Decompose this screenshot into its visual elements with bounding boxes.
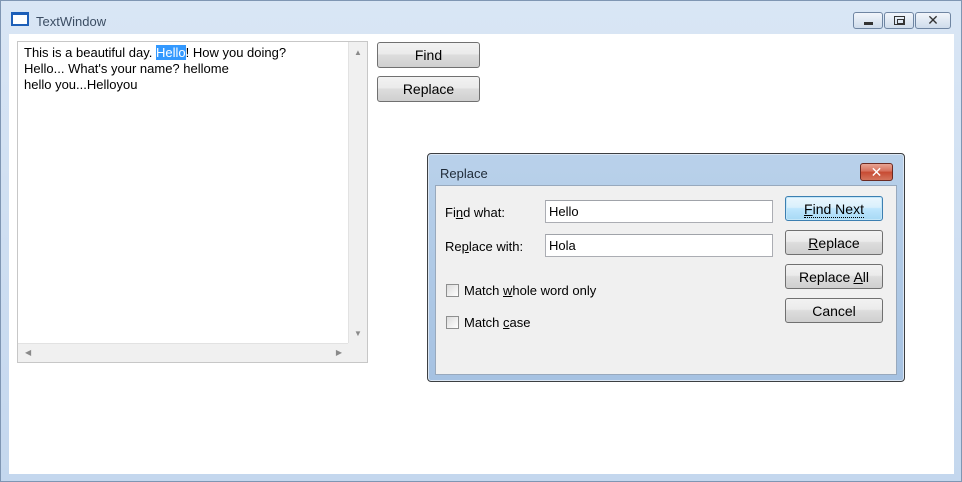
restore-icon bbox=[894, 16, 905, 25]
label-text: Replace bbox=[798, 268, 854, 285]
dialog-replace-label: Replace bbox=[808, 235, 859, 251]
minimize-button[interactable] bbox=[853, 12, 883, 29]
label-text: ase bbox=[509, 315, 531, 330]
window-title: TextWindow bbox=[36, 14, 107, 29]
access-key: F bbox=[804, 200, 813, 217]
replace-button[interactable]: Replace bbox=[377, 76, 480, 102]
find-next-button[interactable]: Find Next bbox=[785, 196, 883, 221]
cancel-label: Cancel bbox=[812, 302, 856, 319]
close-icon: ✕ bbox=[870, 164, 883, 180]
editor-line-3: hello you...Helloyou bbox=[24, 77, 138, 92]
find-what-label: Find what: bbox=[445, 205, 505, 220]
replace-all-button[interactable]: Replace All bbox=[785, 264, 883, 289]
editor-text-segment: This is a beautiful day. bbox=[24, 45, 156, 60]
access-key: A bbox=[853, 268, 863, 285]
scroll-up-icon[interactable]: ▲ bbox=[354, 49, 362, 57]
label-text: ind Next bbox=[812, 200, 864, 217]
find-button[interactable]: Find bbox=[377, 42, 480, 68]
label-text: Match bbox=[464, 315, 504, 330]
dialog-title: Replace bbox=[440, 166, 488, 181]
access-key: w bbox=[503, 283, 513, 298]
titlebar[interactable]: TextWindow ✕ bbox=[1, 1, 961, 34]
label-text: d what: bbox=[463, 205, 505, 220]
horizontal-scrollbar[interactable]: ◀ ▶ bbox=[18, 343, 348, 362]
scroll-down-icon[interactable]: ▼ bbox=[354, 330, 362, 338]
label-text: hole word only bbox=[512, 283, 597, 298]
find-button-label: Find bbox=[414, 47, 443, 63]
selected-text: Hello bbox=[156, 45, 186, 60]
match-case-checkbox[interactable] bbox=[446, 316, 459, 329]
caption-buttons: ✕ bbox=[852, 12, 951, 30]
replace-with-label: Replace with: bbox=[445, 239, 523, 254]
label-text: eplace bbox=[818, 234, 860, 251]
scroll-left-icon[interactable]: ◀ bbox=[25, 349, 31, 357]
editor-line-1: This is a beautiful day. Hello! How you … bbox=[24, 45, 344, 61]
match-case-label: Match case bbox=[464, 315, 530, 330]
text-editor[interactable]: This is a beautiful day. Hello! How you … bbox=[17, 41, 368, 363]
window-icon bbox=[11, 12, 29, 26]
dialog-close-button[interactable]: ✕ bbox=[860, 163, 893, 181]
find-what-input[interactable] bbox=[545, 200, 773, 223]
editor-content[interactable]: This is a beautiful day. Hello! How you … bbox=[24, 45, 344, 93]
replace-all-label: Replace All bbox=[799, 269, 869, 285]
access-key: n bbox=[455, 205, 464, 220]
label-text: Fi bbox=[445, 205, 456, 220]
editor-line-2: Hello... What's your name? hellome bbox=[24, 61, 229, 76]
label-text: Match bbox=[464, 283, 504, 298]
dialog-replace-button[interactable]: Replace bbox=[785, 230, 883, 255]
match-whole-word-label: Match whole word only bbox=[464, 283, 596, 298]
scrollbar-corner bbox=[348, 343, 367, 362]
minimize-icon bbox=[864, 22, 873, 25]
cancel-button[interactable]: Cancel bbox=[785, 298, 883, 323]
access-key: R bbox=[808, 234, 819, 251]
find-next-label: Find Next bbox=[804, 200, 864, 218]
match-case-option[interactable]: Match case bbox=[446, 315, 530, 330]
access-key: p bbox=[461, 239, 469, 254]
replace-button-label: Replace bbox=[402, 81, 455, 97]
replace-with-input[interactable] bbox=[545, 234, 773, 257]
match-whole-word-checkbox[interactable] bbox=[446, 284, 459, 297]
dialog-body: Find what: Replace with: Match whole wor… bbox=[435, 185, 897, 375]
close-button[interactable]: ✕ bbox=[915, 12, 951, 29]
maximize-button[interactable] bbox=[884, 12, 914, 29]
label-text: ll bbox=[862, 268, 870, 285]
label-text: Re bbox=[445, 239, 462, 254]
close-icon: ✕ bbox=[927, 12, 939, 28]
match-whole-word-option[interactable]: Match whole word only bbox=[446, 283, 596, 298]
vertical-scrollbar[interactable]: ▲ ▼ bbox=[348, 42, 367, 344]
label-text: lace with: bbox=[468, 239, 524, 254]
main-window: TextWindow ✕ This is a beautiful day. He… bbox=[0, 0, 962, 482]
scroll-right-icon[interactable]: ▶ bbox=[336, 349, 342, 357]
replace-dialog: Replace ✕ Find what: Replace with: Match… bbox=[427, 153, 905, 382]
editor-text-segment: ! How you doing? bbox=[185, 45, 287, 60]
